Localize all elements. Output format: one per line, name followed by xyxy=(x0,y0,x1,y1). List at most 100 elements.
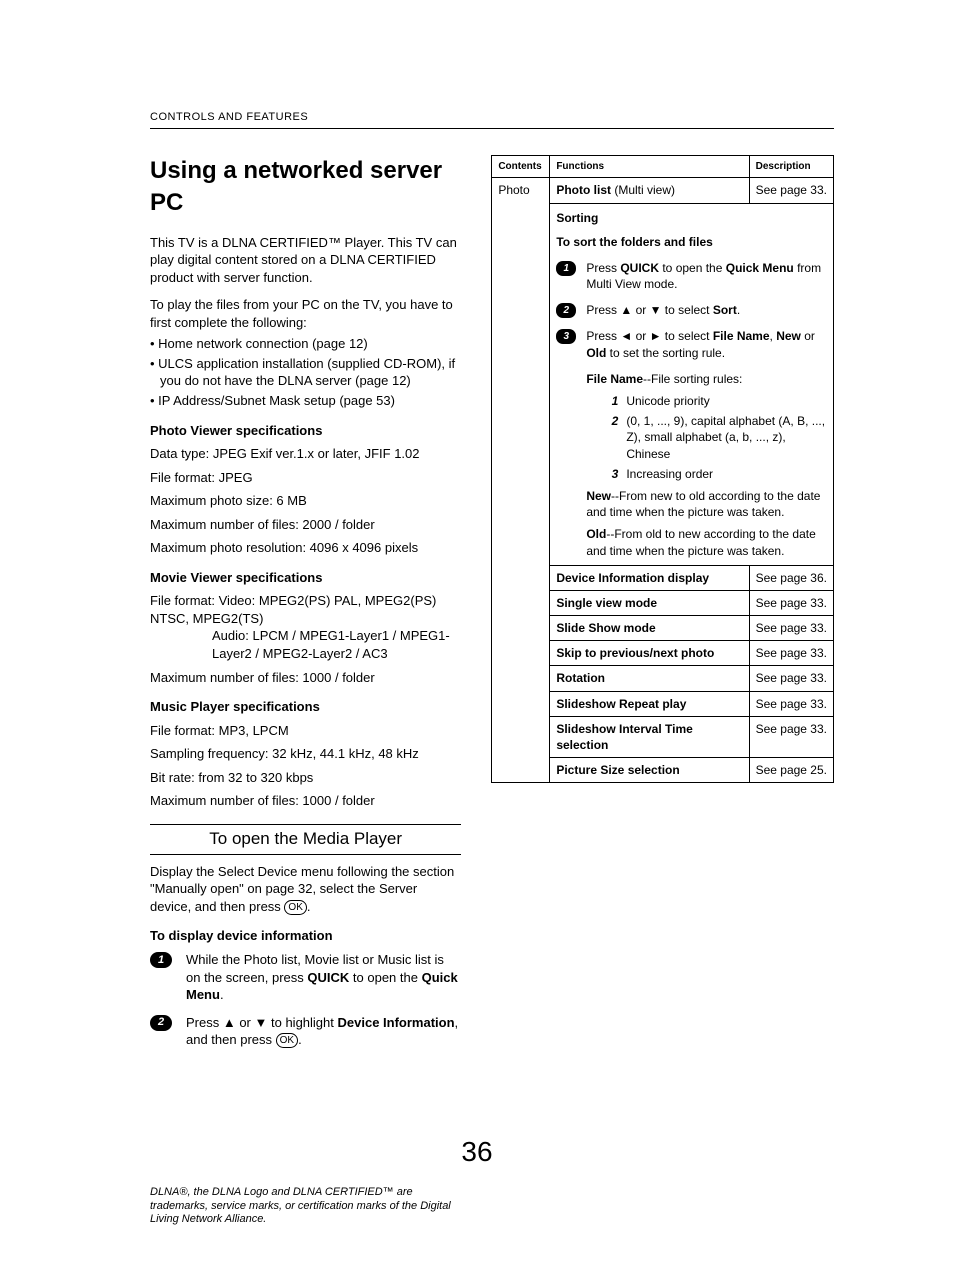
header-rule xyxy=(150,128,834,129)
cell-skip-desc: See page 33. xyxy=(749,641,833,666)
s3-old: Old xyxy=(586,346,606,360)
photo-spec-files: Maximum number of files: 2000 / folder xyxy=(150,516,461,534)
bullet-home-network: Home network connection (page 12) xyxy=(150,335,461,353)
cell-repeat: Slideshow Repeat play xyxy=(550,691,749,716)
photo-list-suffix: (Multi view) xyxy=(611,183,675,197)
intro-2: To play the files from your PC on the TV… xyxy=(150,296,461,331)
s3e: or xyxy=(801,329,815,343)
prereq-list: Home network connection (page 12) ULCS a… xyxy=(150,335,461,409)
page-number: 36 xyxy=(461,1133,492,1171)
step2-di: Device Information xyxy=(338,1015,455,1030)
movie-audio-label: Audio: xyxy=(212,628,249,643)
photo-spec-heading: Photo Viewer specifications xyxy=(150,422,461,440)
step-1-badge: 1 xyxy=(150,952,172,968)
cell-rotation-desc: See page 33. xyxy=(749,666,833,691)
header-section: CONTROLS AND FEATURES xyxy=(150,110,834,125)
cell-slideshow: Slide Show mode xyxy=(550,616,749,641)
step-2: 2 Press ▲ or ▼ to highlight Device Infor… xyxy=(150,1014,461,1049)
s2c: to select xyxy=(661,303,712,317)
s3-new: New xyxy=(776,329,801,343)
cell-sorting: Sorting To sort the folders and files 1 … xyxy=(550,203,834,565)
cell-interval-desc: See page 33. xyxy=(749,716,833,757)
s3a: Press xyxy=(586,329,620,343)
ok-icon: OK xyxy=(284,900,306,915)
s1b: to open the xyxy=(659,261,726,275)
cell-photo-list: Photo list (Multi view) xyxy=(550,178,749,203)
down-icon: ▼ xyxy=(255,1015,268,1030)
step2-b: or xyxy=(236,1015,255,1030)
intro-1: This TV is a DLNA CERTIFIED™ Player. Thi… xyxy=(150,234,461,287)
footnote: DLNA®, the DLNA Logo and DLNA CERTIFIED™… xyxy=(150,1186,460,1227)
s2-sort: Sort xyxy=(713,303,737,317)
th-functions: Functions xyxy=(550,155,749,178)
new-rule: New--From new to old according to the da… xyxy=(556,488,827,520)
photo-spec-res: Maximum photo resolution: 4096 x 4096 pi… xyxy=(150,539,461,557)
new-label: New xyxy=(586,489,611,503)
ok-icon: OK xyxy=(276,1033,298,1048)
s1-qm: Quick Menu xyxy=(726,261,794,275)
up-icon: ▲ xyxy=(620,303,632,317)
cell-devinfo-desc: See page 36. xyxy=(749,565,833,590)
th-description: Description xyxy=(749,155,833,178)
movie-spec-files: Maximum number of files: 1000 / folder xyxy=(150,669,461,687)
photo-spec-size: Maximum photo size: 6 MB xyxy=(150,492,461,510)
rule-1: 1Unicode priority xyxy=(556,393,827,409)
cell-slideshow-desc: See page 33. xyxy=(749,616,833,641)
cell-picsize: Picture Size selection xyxy=(550,758,749,783)
left-icon: ◄ xyxy=(620,329,632,343)
music-spec-heading: Music Player specifications xyxy=(150,698,461,716)
step1-b: to open the xyxy=(349,970,421,985)
step2-e: . xyxy=(298,1032,302,1047)
open-media-player-title: To open the Media Player xyxy=(150,824,461,855)
sort-step-1: 1 Press QUICK to open the Quick Menu fro… xyxy=(556,260,827,292)
sort-step-3-text: Press ◄ or ► to select File Name, New or… xyxy=(586,328,827,360)
sort-step-3-badge: 3 xyxy=(556,329,576,344)
display-devinfo-heading: To display device information xyxy=(150,927,461,945)
s2b: or xyxy=(632,303,649,317)
cell-devinfo: Device Information display xyxy=(550,565,749,590)
s2d: . xyxy=(737,303,740,317)
sort-step-2: 2 Press ▲ or ▼ to select Sort. xyxy=(556,302,827,318)
photo-list-label: Photo list xyxy=(556,183,611,197)
movie-spec-format: File format: Video: MPEG2(PS) PAL, MPEG2… xyxy=(150,592,461,627)
sorting-label: Sorting xyxy=(556,210,827,226)
movie-spec-heading: Movie Viewer specifications xyxy=(150,569,461,587)
cell-interval: Slideshow Interval Time selection xyxy=(550,716,749,757)
s1-quick: QUICK xyxy=(620,261,659,275)
step2-c: to highlight xyxy=(267,1015,337,1030)
sort-step-1-badge: 1 xyxy=(556,261,576,276)
movie-video-label: File format: Video: xyxy=(150,593,255,608)
cell-photo-list-desc: See page 33. xyxy=(749,178,833,203)
s2a: Press xyxy=(586,303,620,317)
sort-step-3: 3 Press ◄ or ► to select File Name, New … xyxy=(556,328,827,360)
right-column: Contents Functions Description Photo Pho… xyxy=(491,155,834,1059)
rule-2: 2(0, 1, ..., 9), capital alphabet (A, B,… xyxy=(556,413,827,462)
sort-step-1-text: Press QUICK to open the Quick Menu from … xyxy=(586,260,827,292)
rule1-text: Unicode priority xyxy=(626,393,827,409)
movie-audio-row: Audio: LPCM / MPEG1-Layer1 / MPEG1-Layer… xyxy=(150,627,461,662)
s1a: Press xyxy=(586,261,620,275)
down-icon: ▼ xyxy=(650,303,662,317)
music-spec-format: File format: MP3, LPCM xyxy=(150,722,461,740)
old-label: Old xyxy=(586,527,606,541)
step1-quick: QUICK xyxy=(307,970,349,985)
step-1: 1 While the Photo list, Movie list or Mu… xyxy=(150,951,461,1004)
s3-fn: File Name xyxy=(713,329,770,343)
cell-single-view: Single view mode xyxy=(550,590,749,615)
step-2-badge: 2 xyxy=(150,1015,172,1031)
rule3-text: Increasing order xyxy=(626,466,827,482)
sort-title: To sort the folders and files xyxy=(556,234,827,250)
music-spec-freq: Sampling frequency: 32 kHz, 44.1 kHz, 48… xyxy=(150,745,461,763)
step-2-text: Press ▲ or ▼ to highlight Device Informa… xyxy=(186,1014,461,1049)
step1-c: . xyxy=(220,987,224,1002)
old-rule: Old--From old to new according to the da… xyxy=(556,526,827,558)
left-column: Using a networked server PC This TV is a… xyxy=(150,155,461,1059)
photo-spec-format: File format: JPEG xyxy=(150,469,461,487)
open-intro: Display the Select Device menu following… xyxy=(150,863,461,916)
file-name-rules-label: File Name--File sorting rules: xyxy=(556,371,827,387)
fn-label: File Name xyxy=(586,372,643,386)
step2-a: Press xyxy=(186,1015,223,1030)
old-text: --From old to new according to the date … xyxy=(586,527,815,557)
sort-step-2-badge: 2 xyxy=(556,303,576,318)
bullet-ip: IP Address/Subnet Mask setup (page 53) xyxy=(150,392,461,410)
